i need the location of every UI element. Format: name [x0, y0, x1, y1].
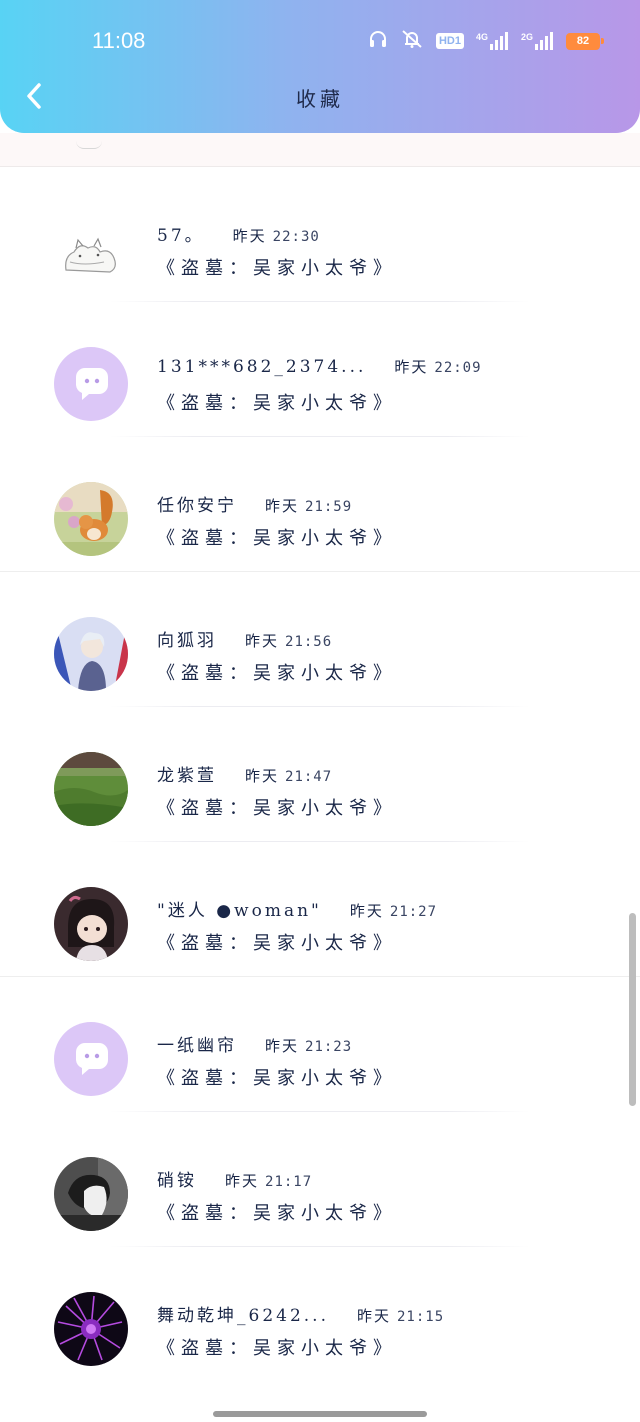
- book-title: 《盗墓：吴家小太爷》: [157, 933, 397, 954]
- entry-date: 昨天: [245, 767, 280, 785]
- entry-date: 昨天: [356, 1307, 391, 1325]
- list-item[interactable]: 向狐羽 昨天 21:56 《盗墓：吴家小太爷》: [0, 572, 640, 707]
- entry-meta: 舞动乾坤_6242... 昨天 21:15: [157, 1301, 444, 1326]
- anime-portrait-icon: [54, 617, 128, 691]
- entry-time: 22:09: [434, 360, 482, 376]
- list-item[interactable]: 57。 昨天 22:30 《盗墓：吴家小太爷》: [0, 167, 640, 302]
- book-title: 《盗墓：吴家小太爷》: [157, 1203, 397, 1224]
- avatar: [54, 752, 128, 826]
- user-name: 57。: [157, 226, 205, 246]
- avatar: [54, 212, 128, 286]
- entry-time: 21:17: [265, 1174, 313, 1190]
- entry-time: 21:47: [285, 769, 333, 785]
- avatar: [54, 347, 128, 421]
- avatar: [54, 617, 128, 691]
- network-4g-label: 4G: [475, 32, 488, 42]
- back-button[interactable]: [18, 80, 50, 112]
- avatar: [54, 1292, 128, 1366]
- previous-avatar-edge: [76, 141, 102, 149]
- avatar: [54, 482, 128, 556]
- user-name: 龙紫萱: [157, 766, 217, 786]
- chevron-left-icon: [27, 83, 41, 109]
- entry-date: 昨天: [245, 632, 280, 650]
- entry-meta: 131***682_2374... 昨天 22:09: [157, 356, 482, 377]
- signal-4g-icon: 4G: [476, 32, 509, 50]
- home-indicator[interactable]: [213, 1411, 427, 1417]
- entry-date: 昨天: [349, 902, 384, 920]
- list-item[interactable]: 任你安宁 昨天 21:59 《盗墓：吴家小太爷》: [0, 437, 640, 572]
- top-app-bar: 11:08 HD1 4G 2G 82 收藏: [0, 0, 640, 133]
- favorites-list: 57。 昨天 22:30 《盗墓：吴家小太爷》 131***682_2374..…: [0, 167, 640, 1382]
- previous-item-peek: [0, 133, 640, 167]
- user-name: 硝铵: [157, 1171, 197, 1191]
- list-item[interactable]: 舞动乾坤_6242... 昨天 21:15 《盗墓：吴家小太爷》: [0, 1247, 640, 1382]
- avatar: [54, 1022, 128, 1096]
- chibi-character-icon: [54, 887, 128, 961]
- entry-meta: "迷人 ●woman" 昨天 21:27: [157, 896, 437, 921]
- book-title: 《盗墓：吴家小太爷》: [157, 1338, 397, 1359]
- mute-bell-icon: [400, 29, 424, 53]
- scrollbar[interactable]: [629, 913, 636, 1106]
- book-title: 《盗墓：吴家小太爷》: [157, 258, 397, 279]
- book-title: 《盗墓：吴家小太爷》: [157, 798, 397, 819]
- entry-time: 21:27: [389, 904, 438, 920]
- grass-field-icon: [54, 752, 128, 826]
- user-name: 向狐羽: [157, 631, 217, 651]
- dark-photo-icon: [54, 1157, 128, 1231]
- entry-date: 昨天: [265, 1037, 300, 1055]
- book-title: 《盗墓：吴家小太爷》: [157, 663, 397, 684]
- entry-date: 昨天: [265, 497, 300, 515]
- user-name: 舞动乾坤_6242...: [157, 1306, 329, 1326]
- book-title: 《盗墓：吴家小太爷》: [157, 393, 397, 414]
- entry-meta: 一纸幽帘 昨天 21:23: [157, 1031, 352, 1056]
- status-icons: HD1 4G 2G 82: [368, 29, 604, 53]
- network-2g-label: 2G: [520, 32, 533, 42]
- entry-time: 22:30: [272, 229, 320, 245]
- user-name: "迷人 ●woman": [157, 901, 322, 921]
- user-name: 一纸幽帘: [157, 1036, 237, 1056]
- entry-date: 昨天: [232, 227, 267, 245]
- entry-date: 昨天: [394, 358, 429, 376]
- page-title: 收藏: [296, 87, 344, 111]
- entry-date: 昨天: [225, 1172, 260, 1190]
- chat-bubble-icon: [54, 1022, 128, 1096]
- entry-meta: 硝铵 昨天 21:17: [157, 1166, 312, 1191]
- list-item[interactable]: 硝铵 昨天 21:17 《盗墓：吴家小太爷》: [0, 1112, 640, 1247]
- list-item[interactable]: 131***682_2374... 昨天 22:09 《盗墓：吴家小太爷》: [0, 302, 640, 437]
- purple-flower-icon: [54, 1292, 128, 1366]
- entry-meta: 57。 昨天 22:30: [157, 221, 320, 246]
- entry-meta: 向狐羽 昨天 21:56: [157, 626, 332, 651]
- entry-meta: 任你安宁 昨天 21:59: [157, 491, 352, 516]
- signal-2g-icon: 2G: [521, 32, 554, 50]
- entry-time: 21:15: [397, 1309, 445, 1325]
- status-time: 11:08: [92, 28, 146, 53]
- entry-meta: 龙紫萱 昨天 21:47: [157, 761, 332, 786]
- user-name: 131***682_2374...: [157, 357, 367, 377]
- avatar: [54, 887, 128, 961]
- headphones-icon: [368, 30, 388, 52]
- cat-sketch-icon: [54, 212, 128, 286]
- entry-time: 21:56: [285, 634, 333, 650]
- user-name: 任你安宁: [157, 496, 237, 516]
- list-item[interactable]: 龙紫萱 昨天 21:47 《盗墓：吴家小太爷》: [0, 707, 640, 842]
- avatar: [54, 1157, 128, 1231]
- entry-time: 21:59: [305, 499, 353, 515]
- hd-badge: HD1: [435, 33, 464, 49]
- squirrel-photo-icon: [54, 482, 128, 556]
- battery-indicator: 82: [566, 32, 604, 50]
- book-title: 《盗墓：吴家小太爷》: [157, 1068, 397, 1089]
- book-title: 《盗墓：吴家小太爷》: [157, 528, 397, 549]
- list-item[interactable]: "迷人 ●woman" 昨天 21:27 《盗墓：吴家小太爷》: [0, 842, 640, 977]
- chat-bubble-icon: [54, 347, 128, 421]
- list-item[interactable]: 一纸幽帘 昨天 21:23 《盗墓：吴家小太爷》: [0, 977, 640, 1112]
- entry-time: 21:23: [305, 1039, 353, 1055]
